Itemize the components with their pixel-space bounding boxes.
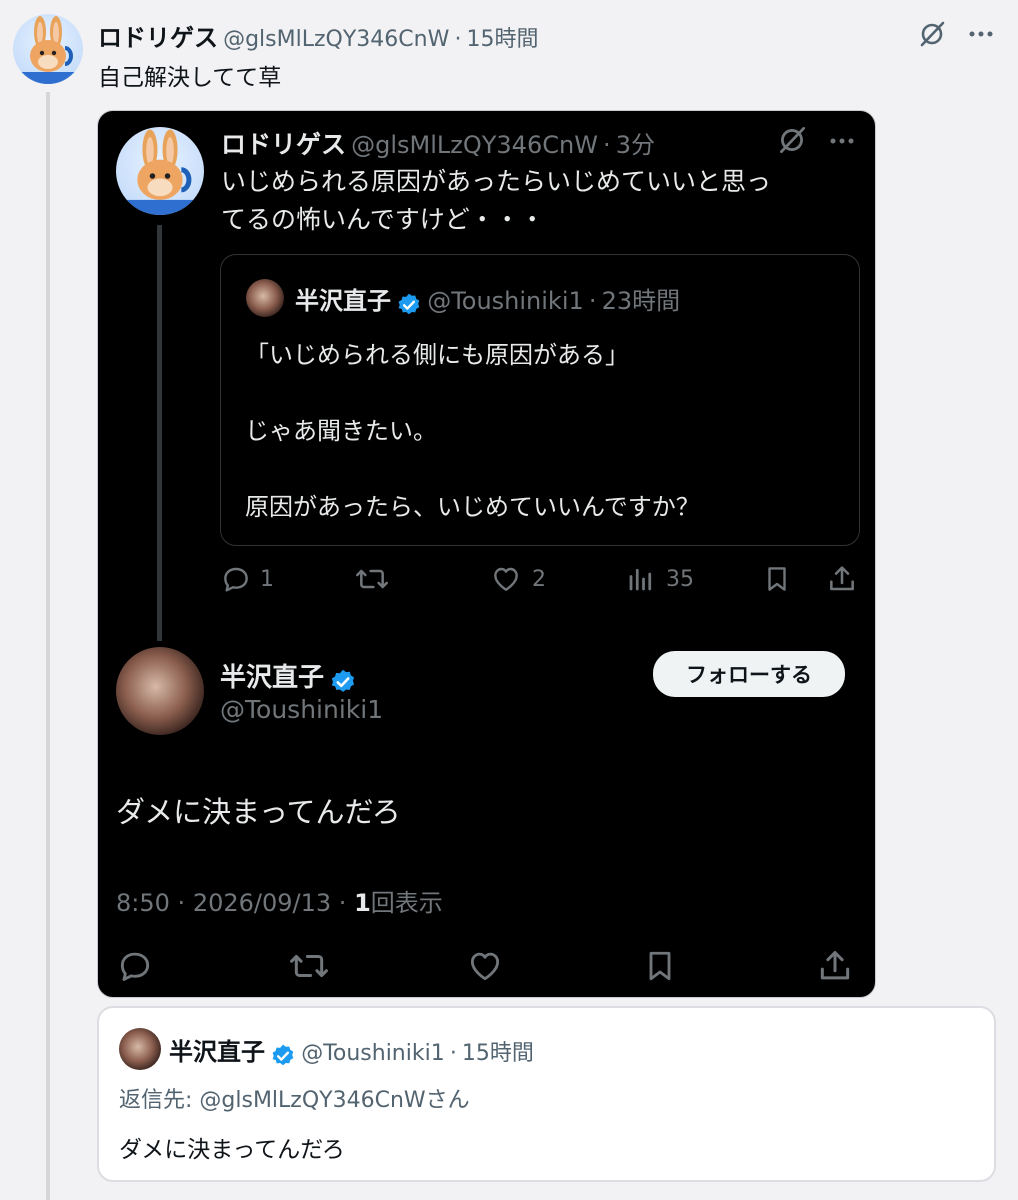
bottom-separator: ·: [449, 1041, 457, 1066]
inner-more-icon[interactable]: [826, 129, 858, 153]
quote-time[interactable]: 23時間: [602, 287, 681, 315]
outer-grok-icon[interactable]: [916, 18, 948, 50]
reply-to-prefix: 返信先:: [119, 1088, 200, 1113]
quote-line3: 原因があったら、いじめていいんですか？: [245, 493, 700, 521]
inner-tweet-text: いじめられる原因があったらいじめていいと思っ てるの怖いんですけど・・・: [221, 163, 771, 239]
follow-button[interactable]: フォローする: [653, 651, 845, 697]
reply-icon: [120, 952, 150, 981]
bookmark-icon: [649, 951, 671, 981]
inner-separator: ·: [603, 131, 611, 159]
outer-time[interactable]: 15時間: [467, 27, 539, 52]
inner-views-count: 35: [666, 566, 694, 592]
retweet-icon: [290, 954, 328, 978]
inner-display-name[interactable]: ロドリゲス: [221, 130, 346, 159]
reply-to-suffix: さん: [425, 1088, 470, 1113]
rabbit-avatar-image: [126, 129, 194, 215]
bottom-quote-card[interactable]: 半沢直子 @Toushiniki1 · 15時間 返信先: @glsMlLzQY…: [97, 1006, 996, 1182]
outer-tweet-header: ロドリゲス @glsMlLzQY346CnW · 15時間: [98, 18, 539, 53]
like-icon: [470, 952, 500, 981]
inner-handle[interactable]: @glsMlLzQY346CnW: [351, 131, 598, 159]
like-icon: [494, 567, 518, 591]
reply-date[interactable]: 2026/09/13: [193, 889, 331, 917]
outer-thread-line: [46, 92, 50, 1200]
inner-avatar[interactable]: [116, 127, 204, 215]
reply-display-name[interactable]: 半沢直子: [220, 663, 324, 693]
inner-text-line1: いじめられる原因があったらいじめていいと思っ: [221, 167, 772, 196]
inner-share-button[interactable]: [826, 563, 858, 599]
views-icon: [629, 568, 652, 591]
quote-header: 半沢直子 @Toushiniki1 · 23時間: [295, 281, 680, 318]
reply-to-handle[interactable]: @glsMlLzQY346CnW: [199, 1088, 425, 1113]
verified-badge-icon: [331, 669, 355, 692]
reply-tweet-text: ダメに決まってんだろ: [116, 795, 401, 829]
bottom-display-name[interactable]: 半沢直子: [169, 1038, 265, 1066]
inner-grok-icon[interactable]: [775, 123, 809, 157]
outer-avatar[interactable]: [13, 14, 83, 84]
outer-more-icon[interactable]: [966, 22, 996, 46]
reply-timestamp-row: 8:50 · 2026/09/13 · 1回表示: [116, 883, 443, 918]
inner-reply-count: 1: [260, 566, 274, 592]
share-icon: [830, 566, 854, 591]
quote-avatar[interactable]: [246, 279, 284, 317]
bottom-handle[interactable]: @Toushiniki1: [301, 1041, 445, 1066]
inner-retweet-button[interactable]: [354, 563, 390, 599]
reply-views-label: 回表示: [370, 889, 443, 917]
reply-avatar[interactable]: [116, 647, 204, 735]
quote-separator: ·: [588, 287, 597, 315]
bottom-header: 半沢直子 @Toushiniki1 · 15時間: [169, 1032, 534, 1069]
inner-views-button[interactable]: 35: [626, 563, 694, 595]
reply-bookmark-button[interactable]: [642, 947, 678, 989]
reply-sep2: ·: [338, 889, 347, 917]
outer-handle[interactable]: @glsMlLzQY346CnW: [223, 27, 449, 52]
quote-display-name[interactable]: 半沢直子: [295, 287, 391, 315]
inner-reply-button[interactable]: 1: [220, 563, 274, 595]
reply-retweet-button[interactable]: [288, 947, 330, 989]
inner-thread-line: [157, 225, 162, 641]
bottom-avatar[interactable]: [119, 1028, 161, 1070]
reply-sep1: ·: [177, 889, 186, 917]
bookmark-icon: [768, 567, 786, 591]
outer-separator: ·: [454, 27, 462, 52]
reply-share-button[interactable]: [816, 947, 854, 989]
reply-reply-button[interactable]: [116, 947, 154, 989]
share-icon: [820, 951, 850, 980]
outer-display-name[interactable]: ロドリゲス: [98, 24, 218, 52]
reply-time[interactable]: 8:50: [116, 889, 170, 917]
inner-time[interactable]: 3分: [616, 131, 655, 159]
retweet-icon: [356, 569, 388, 589]
quote-line2: じゃあ聞きたい。: [245, 417, 437, 445]
reply-handle[interactable]: @Toushiniki1: [220, 695, 383, 724]
quote-line1: 「いじめられる側にも原因がある」: [245, 341, 629, 369]
inner-text-line2: てるの怖いんですけど・・・: [221, 205, 545, 234]
verified-badge-icon: [398, 293, 420, 314]
quote-handle[interactable]: @Toushiniki1: [427, 287, 584, 315]
rabbit-avatar-image: [21, 16, 75, 84]
bottom-time[interactable]: 15時間: [462, 1041, 534, 1066]
quote-tweet-box[interactable]: 半沢直子 @Toushiniki1 · 23時間 「いじめられる側にも原因がある…: [220, 254, 860, 546]
inner-like-count: 2: [532, 566, 546, 592]
verified-badge-icon: [272, 1044, 294, 1065]
inner-like-button[interactable]: 2: [490, 563, 546, 595]
inner-bookmark-button[interactable]: [762, 563, 792, 599]
bottom-reply-to: 返信先: @glsMlLzQY346CnWさん: [119, 1082, 470, 1114]
quoted-screenshot-card[interactable]: ロドリゲス @glsMlLzQY346CnW · 3分 いじめられる原因があった…: [97, 110, 876, 998]
reply-icon: [224, 567, 248, 592]
reply-like-button[interactable]: [466, 947, 504, 989]
bottom-tweet-text: ダメに決まってんだろ: [119, 1137, 345, 1163]
outer-tweet-text: 自己解決してて草: [98, 65, 282, 91]
reply-name-row: 半沢直子: [220, 657, 357, 696]
reply-views-count: 1: [354, 889, 371, 917]
inner-tweet-header: ロドリゲス @glsMlLzQY346CnW · 3分: [221, 125, 655, 161]
